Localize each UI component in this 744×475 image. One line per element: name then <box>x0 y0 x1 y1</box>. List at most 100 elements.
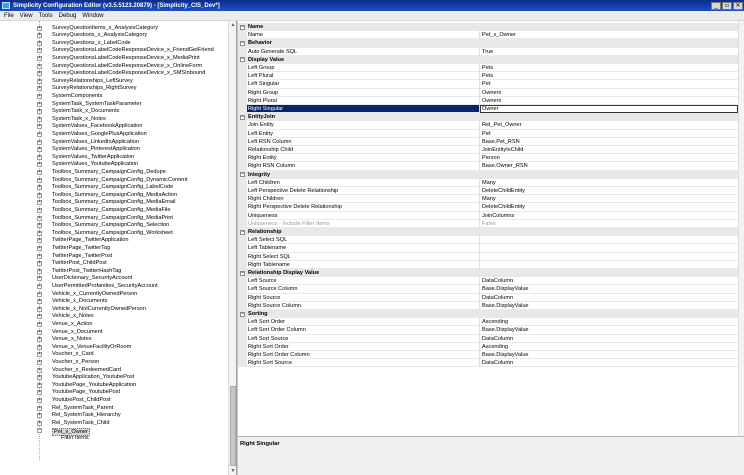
tree-item[interactable]: + Voucher_x_Card <box>0 351 228 359</box>
tree-item[interactable]: + SystemValues_YoutubeApplication <box>0 161 228 169</box>
expand-icon[interactable]: + <box>37 306 42 312</box>
expand-icon[interactable]: + <box>37 329 42 335</box>
expand-icon[interactable]: + <box>37 116 42 122</box>
property-value[interactable]: Base.Owner_RSN <box>480 162 738 171</box>
property-row[interactable]: Right Sort Order Ascending <box>238 342 738 351</box>
property-row[interactable]: Left Singular Pet <box>238 80 738 89</box>
collapse-icon[interactable]: − <box>240 229 245 235</box>
tree-item[interactable]: + SystemValues_GooglePlusApplication <box>0 131 228 139</box>
scroll-down-arrow-icon[interactable]: ▼ <box>229 467 236 475</box>
tree-item[interactable]: + SurveyQuestionItems_x_AnalysisCategory <box>0 25 228 33</box>
expand-icon[interactable]: + <box>37 283 42 289</box>
collapse-icon[interactable]: − <box>240 311 245 317</box>
property-row[interactable]: Left Sort Order Ascending <box>238 318 738 327</box>
property-value[interactable]: Base.DisplayValue <box>480 351 738 360</box>
expand-icon[interactable]: + <box>37 344 42 350</box>
property-row[interactable]: Auto Generate SQL True <box>238 47 738 56</box>
tree-item[interactable]: + Rel_SystemTask_Hierarchy <box>0 412 228 420</box>
tree-item[interactable]: − Pet_x_Owner <box>0 427 228 436</box>
property-row[interactable]: Right Sort Order Column Base.DisplayValue <box>238 351 738 360</box>
tree-item[interactable]: + SurveyQuestions_x_LabelCode <box>0 40 228 48</box>
property-row[interactable]: Relationship Child JoinEntityIsChild <box>238 146 738 155</box>
tree-item[interactable]: + Toolbox_Summary_CampaignConfig_MediaAct… <box>0 192 228 200</box>
property-row[interactable]: Right RSN Column Base.Owner_RSN <box>238 162 738 171</box>
property-category[interactable]: − Sorting <box>238 310 738 319</box>
expand-icon[interactable]: + <box>37 154 42 160</box>
property-value[interactable] <box>480 244 738 253</box>
property-row[interactable]: Left RSN Column Base.Pet_RSN <box>238 137 738 146</box>
expand-icon[interactable]: + <box>37 253 42 259</box>
collapse-icon[interactable]: − <box>240 57 245 63</box>
property-value[interactable] <box>480 253 738 261</box>
property-row[interactable]: Right Source Column Base.DisplayValue <box>238 301 738 310</box>
tree-item[interactable]: + Venue_x_Document <box>0 329 228 337</box>
expand-icon[interactable]: + <box>37 359 42 365</box>
expand-icon[interactable]: + <box>37 40 42 46</box>
tree-item[interactable]: + Vehicle_x_NotCurrentlyOwnedPerson <box>0 306 228 314</box>
tree-item[interactable]: + YoutubePage_YoutubePost <box>0 389 228 397</box>
tree-item[interactable]: + TwitterPage_TwitterApplication <box>0 237 228 245</box>
tree-item[interactable]: + SystemTask_x_Documents <box>0 108 228 116</box>
collapse-icon[interactable]: − <box>240 114 245 120</box>
property-row[interactable]: Left Select SQL <box>238 236 738 245</box>
property-value[interactable]: Pets <box>480 72 738 81</box>
expand-icon[interactable]: + <box>37 78 42 84</box>
expand-icon[interactable]: + <box>37 147 42 153</box>
expand-icon[interactable]: + <box>37 375 42 381</box>
expand-icon[interactable]: + <box>37 261 42 267</box>
expand-icon[interactable]: + <box>37 169 42 175</box>
menu-debug[interactable]: Debug <box>56 13 80 19</box>
property-value[interactable]: Person <box>480 154 738 163</box>
property-value[interactable]: DataColumn <box>480 277 738 286</box>
menu-window[interactable]: Window <box>79 13 106 19</box>
expand-icon[interactable]: + <box>37 207 42 213</box>
tree-item[interactable]: + TwitterPage_TwitterPost <box>0 253 228 261</box>
property-category[interactable]: − Name <box>238 23 738 32</box>
property-value[interactable]: Pet <box>480 80 738 89</box>
property-row[interactable]: Left Entity Pet <box>238 129 738 138</box>
property-value[interactable]: False <box>480 220 738 228</box>
property-value[interactable]: Pet <box>480 130 738 138</box>
property-row[interactable]: Right Group Owners <box>238 88 738 97</box>
property-scrollbar[interactable] <box>738 21 744 453</box>
property-value[interactable]: Owner <box>480 105 738 114</box>
property-value[interactable]: Base.DisplayValue <box>480 302 738 310</box>
property-value[interactable]: JoinColumns <box>480 212 738 220</box>
property-row[interactable]: Left Tablename <box>238 244 738 253</box>
expand-icon[interactable]: + <box>37 405 42 411</box>
property-value[interactable]: DeleteChildEntity <box>480 187 738 196</box>
expand-icon[interactable]: + <box>37 185 42 191</box>
expand-icon[interactable]: + <box>37 162 42 168</box>
tree-item[interactable]: + SystemValues_FacebookApplication <box>0 123 228 131</box>
collapse-icon[interactable]: − <box>240 270 245 276</box>
expand-icon[interactable]: + <box>37 71 42 77</box>
tree-item[interactable]: + Voucher_x_Person <box>0 359 228 367</box>
property-category[interactable]: − EntityJoin <box>238 113 738 122</box>
property-row[interactable]: Left Group Pets <box>238 64 738 73</box>
property-row[interactable]: Left Children Many <box>238 178 738 187</box>
property-value[interactable]: DataColumn <box>480 359 738 368</box>
expand-icon[interactable]: + <box>37 420 42 426</box>
expand-icon[interactable]: + <box>37 314 42 320</box>
property-category[interactable]: − Display Value <box>238 55 738 64</box>
expand-icon[interactable]: + <box>37 299 42 305</box>
property-row[interactable]: Join Entity Rel_Pet_Owner <box>238 121 738 130</box>
collapse-icon[interactable]: − <box>240 24 245 30</box>
tree-scrollbar[interactable]: ▲ ▼ <box>228 21 236 475</box>
tree-item[interactable]: + TwitterPage_TwitterTag <box>0 245 228 253</box>
property-value[interactable]: Many <box>480 195 738 204</box>
property-value[interactable]: Pets <box>480 64 738 73</box>
property-row[interactable]: Right Sort Source DataColumn <box>238 359 738 368</box>
tree-item[interactable]: + Vehicle_x_Documents <box>0 298 228 306</box>
tree-scroll-thumb[interactable] <box>230 386 236 466</box>
property-row[interactable]: Left Plural Pets <box>238 72 738 81</box>
tree-item[interactable]: + Toolbox_Summary_CampaignConfig_Workshee… <box>0 230 228 238</box>
tree-item[interactable]: + SurveyQuestionsLabelCodeResponseDevice_… <box>0 55 228 63</box>
expand-icon[interactable]: + <box>37 397 42 403</box>
tree-item[interactable]: + Rel_SystemTask_Child <box>0 420 228 428</box>
property-value[interactable]: Ascending <box>480 318 738 327</box>
tree-item[interactable]: + SystemComponents <box>0 93 228 101</box>
expand-icon[interactable]: + <box>37 276 42 282</box>
tree-item[interactable]: + SystemTask_SystemTaskParameter <box>0 101 228 109</box>
property-value[interactable]: DeleteChildEntity <box>480 203 738 212</box>
